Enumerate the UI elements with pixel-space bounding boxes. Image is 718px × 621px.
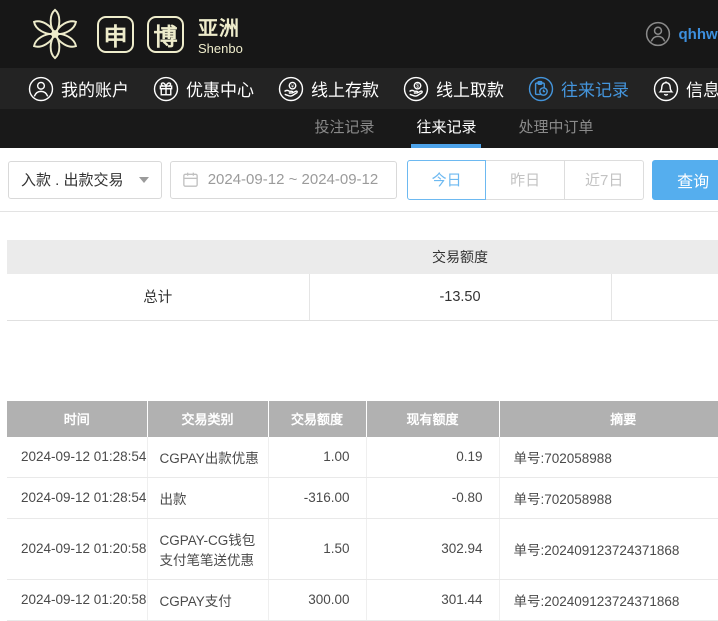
header-amount: 交易额度 <box>268 401 366 437</box>
deposit-icon: ¥ <box>278 76 304 102</box>
transaction-type-select[interactable]: 入款 . 出款交易 <box>8 161 162 199</box>
logo-region-text: 亚洲 <box>198 12 243 41</box>
quick-date-button-group: 今日 昨日 近7日 <box>407 160 644 200</box>
summary-table: 交易额度 总计 -13.50 <box>7 240 718 321</box>
cell-balance: 301.44 <box>366 579 499 620</box>
cell-amount: -316.00 <box>268 477 366 518</box>
cell-time: 2024-09-12 01:20:58 <box>7 518 147 579</box>
nav-label: 优惠中心 <box>186 76 254 101</box>
cell-category: 出款 <box>147 477 268 518</box>
cell-balance: 302.94 <box>366 518 499 579</box>
cell-time: 2024-09-12 01:28:54 <box>7 437 147 478</box>
user-icon <box>28 76 54 102</box>
transaction-type-value: 入款 . 出款交易 <box>21 169 124 190</box>
summary-total-row: 总计 -13.50 <box>7 274 718 320</box>
cell-balance: 0.19 <box>366 437 499 478</box>
top-header-bar: 申 博 亚洲 Shenbo qhhw2 <box>0 0 718 68</box>
cell-category: CGPAY出款优惠 <box>147 437 268 478</box>
logo-char-2: 博 <box>147 16 184 53</box>
records-icon <box>528 76 554 102</box>
withdraw-icon: $ <box>403 76 429 102</box>
summary-header-amount: 交易额度 <box>309 240 611 274</box>
header-summary: 摘要 <box>499 401 718 437</box>
table-row: 2024-09-12 01:28:54 CGPAY出款优惠 1.00 0.19 … <box>7 437 718 478</box>
chevron-down-icon <box>139 177 149 183</box>
summary-total-label: 总计 <box>7 274 309 320</box>
cell-amount: 1.00 <box>268 437 366 478</box>
table-row: 2024-09-12 01:20:58 CGPAY支付 300.00 301.4… <box>7 579 718 620</box>
svg-text:¥: ¥ <box>291 83 294 89</box>
nav-label: 往来记录 <box>561 76 629 101</box>
cell-time: 2024-09-12 01:28:54 <box>7 477 147 518</box>
summary-section: 交易额度 总计 -13.50 <box>7 240 718 321</box>
records-table: 时间 交易类别 交易额度 现有额度 摘要 2024-09-12 01:28:54… <box>7 401 718 621</box>
nav-item-online-deposit[interactable]: ¥ 线上存款 <box>278 76 379 102</box>
cell-summary: 单号:202409123724371868 <box>499 518 718 579</box>
bell-icon <box>653 76 679 102</box>
cell-amount: 1.50 <box>268 518 366 579</box>
tab-bet-records[interactable]: 投注记录 <box>314 109 374 148</box>
cell-summary: 单号:702058988 <box>499 477 718 518</box>
nav-label: 线上存款 <box>311 76 379 101</box>
username-link[interactable]: qhhw2 <box>679 26 718 43</box>
nav-label: 线上取款 <box>436 76 504 101</box>
header-category: 交易类别 <box>147 401 268 437</box>
header-balance: 现有额度 <box>366 401 499 437</box>
summary-total-value: -13.50 <box>309 274 611 320</box>
user-avatar-icon <box>645 21 671 47</box>
nav-item-promotions[interactable]: 优惠中心 <box>153 76 254 102</box>
today-button[interactable]: 今日 <box>407 160 486 200</box>
nav-item-my-account[interactable]: 我的账户 <box>28 76 129 102</box>
date-range-value: 2024-09-12 ~ 2024-09-12 <box>208 171 379 188</box>
calendar-icon <box>181 170 200 189</box>
last-7-days-button[interactable]: 近7日 <box>565 160 644 200</box>
tab-processing-orders[interactable]: 处理中订单 <box>519 109 594 148</box>
summary-header-empty <box>7 240 309 274</box>
tab-transaction-records[interactable]: 往来记录 <box>416 109 476 148</box>
table-row: 2024-09-12 01:28:54 出款 -316.00 -0.80 单号:… <box>7 477 718 518</box>
nav-label: 我的账户 <box>61 76 129 101</box>
flower-logo-icon <box>26 5 84 63</box>
header-time: 时间 <box>7 401 147 437</box>
svg-text:$: $ <box>416 83 419 89</box>
search-button[interactable]: 查询 <box>652 160 718 200</box>
records-sub-navigation: 投注记录 往来记录 处理中订单 <box>0 109 718 148</box>
transaction-records-page: { "brand": { "char1": "申", "char2": "博",… <box>0 0 718 587</box>
gift-icon <box>153 76 179 102</box>
summary-header-row: 交易额度 <box>7 240 718 274</box>
cell-category: CGPAY-CG钱包支付笔笔送优惠 <box>147 518 268 579</box>
cell-amount: 300.00 <box>268 579 366 620</box>
cell-summary: 单号:702058988 <box>499 437 718 478</box>
summary-header-empty <box>611 240 718 274</box>
logo-sub-text: Shenbo <box>198 41 243 56</box>
nav-label: 信息中心 <box>686 76 718 101</box>
filter-bar: 入款 . 出款交易 2024-09-12 ~ 2024-09-12 今日 昨日 … <box>0 148 718 212</box>
yesterday-button[interactable]: 昨日 <box>486 160 565 200</box>
logo-char-1: 申 <box>97 16 134 53</box>
cell-category: CGPAY支付 <box>147 579 268 620</box>
brand-logo[interactable]: 申 博 亚洲 Shenbo <box>26 5 243 63</box>
table-row: 2024-09-12 01:20:58 CGPAY-CG钱包支付笔笔送优惠 1.… <box>7 518 718 579</box>
cell-balance: -0.80 <box>366 477 499 518</box>
date-range-input[interactable]: 2024-09-12 ~ 2024-09-12 <box>170 161 398 199</box>
records-header-row: 时间 交易类别 交易额度 现有额度 摘要 <box>7 401 718 437</box>
summary-empty-cell <box>611 274 718 320</box>
cell-summary: 单号:202409123724371868 <box>499 579 718 620</box>
records-section: 时间 交易类别 交易额度 现有额度 摘要 2024-09-12 01:28:54… <box>7 401 718 621</box>
nav-item-online-withdrawal[interactable]: $ 线上取款 <box>403 76 504 102</box>
nav-item-transaction-records[interactable]: 往来记录 <box>528 76 629 102</box>
main-navigation: 我的账户 优惠中心 ¥ 线上存款 <box>0 68 718 109</box>
user-account-area[interactable]: qhhw2 <box>645 21 718 47</box>
nav-item-messages[interactable]: 信息中心 <box>653 76 718 102</box>
cell-time: 2024-09-12 01:20:58 <box>7 579 147 620</box>
